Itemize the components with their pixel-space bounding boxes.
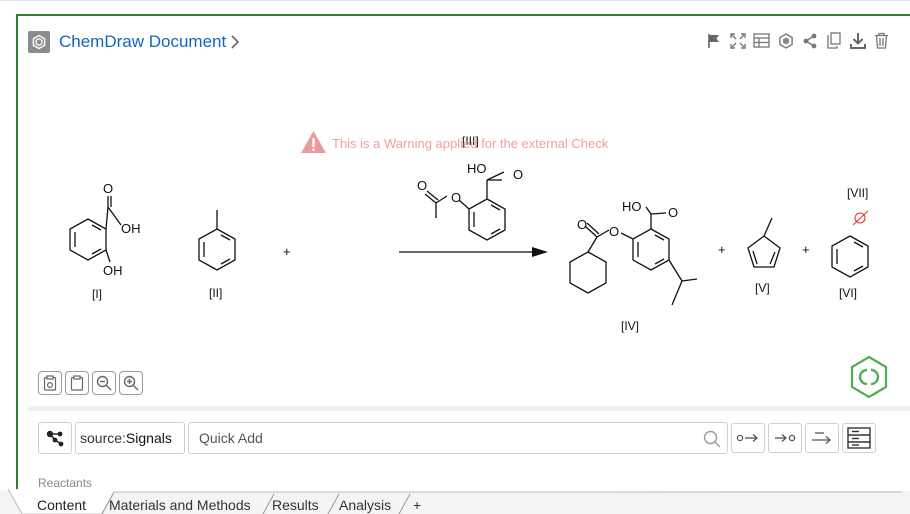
add-reagent-button[interactable] <box>805 423 839 453</box>
compound-iv-cyclohexyl-ring <box>569 251 607 294</box>
cd-hexagon-badge[interactable] <box>849 355 889 404</box>
label-compound-ii: [II] <box>209 286 222 300</box>
plus-sign-3: + <box>802 242 810 257</box>
tab-results[interactable]: Results <box>272 495 319 514</box>
molecule-tool-button[interactable] <box>38 422 72 454</box>
source-value: Signals <box>125 430 172 446</box>
clipboard-button[interactable] <box>65 371 89 395</box>
plus-sign-1: + <box>283 244 291 259</box>
source-key: source: <box>80 430 126 446</box>
atom-o: O <box>451 190 461 205</box>
canvas-tools <box>38 371 143 395</box>
label-compound-vi: [VI] <box>839 286 857 300</box>
plus-sign-2: + <box>718 242 726 257</box>
section-divider <box>28 406 910 411</box>
tab-content[interactable]: Content <box>37 495 86 514</box>
source-filter[interactable]: source: Signals <box>75 422 185 454</box>
warning-text: This is a Warning applied for the extern… <box>332 136 609 151</box>
search-icon[interactable] <box>703 430 721 453</box>
zoom-in-button[interactable] <box>119 371 143 395</box>
atom-ho: HO <box>622 199 642 214</box>
label-compound-vii: [VII] <box>847 186 868 200</box>
atom-o: O <box>668 205 678 220</box>
atom-o: O <box>417 178 427 193</box>
add-product-button[interactable] <box>768 423 802 453</box>
quick-add-input[interactable] <box>189 424 689 452</box>
tab-add[interactable]: + <box>413 495 421 514</box>
zoom-out-button[interactable] <box>92 371 116 395</box>
label-compound-i: [I] <box>92 287 102 301</box>
label-compound-iv: [IV] <box>621 319 639 333</box>
atom-ho: HO <box>467 161 487 176</box>
warning-icon <box>300 130 327 157</box>
add-reactant-button[interactable] <box>731 423 765 453</box>
atom-o: O <box>577 217 587 232</box>
quick-add-field[interactable] <box>188 422 728 454</box>
tab-materials-and-methods[interactable]: Materials and Methods <box>109 495 251 514</box>
atom-o: O <box>103 181 113 196</box>
atom-o: O <box>609 224 619 239</box>
reaction-canvas[interactable]: + + + O OH OH HO O O O HO O O O [I] [II]… <box>0 0 910 400</box>
atom-oh: OH <box>103 263 123 278</box>
quick-add-bar: source: Signals <box>38 422 876 454</box>
atom-oh: OH <box>121 221 141 236</box>
atom-o: O <box>513 167 523 182</box>
paste-special-button[interactable] <box>38 371 62 395</box>
tab-analysis[interactable]: Analysis <box>339 495 391 514</box>
compound-vii-marker <box>852 210 869 226</box>
label-compound-v: [V] <box>755 281 770 295</box>
external-check-warning: This is a Warning applied for the extern… <box>300 130 608 157</box>
reaction-table-button[interactable] <box>842 423 876 453</box>
reaction-arrow-head <box>532 247 548 257</box>
